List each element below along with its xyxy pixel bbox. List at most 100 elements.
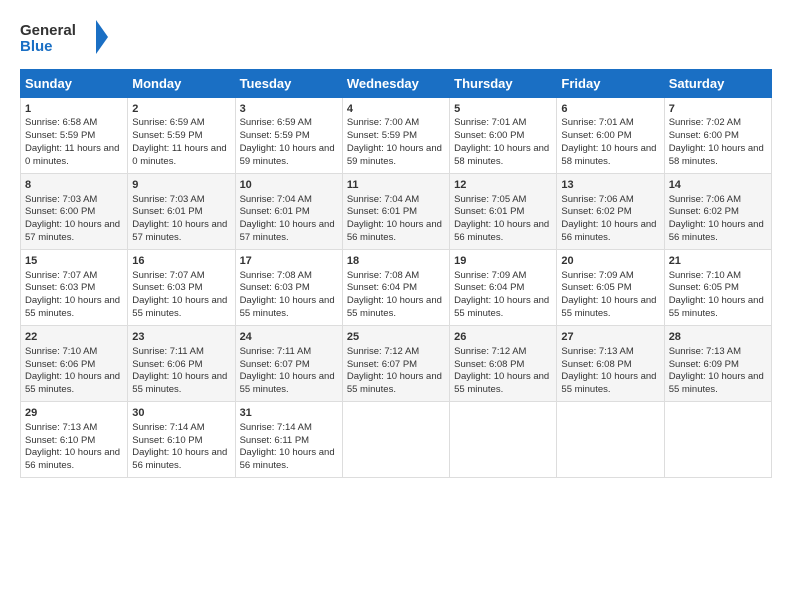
daylight-label: Daylight: 10 hours and 55 minutes.	[240, 371, 338, 397]
day-number: 13	[561, 178, 659, 193]
daylight-label: Daylight: 10 hours and 55 minutes.	[561, 295, 659, 321]
day-number: 18	[347, 254, 445, 269]
daylight-label: Daylight: 10 hours and 55 minutes.	[347, 295, 445, 321]
header-monday: Monday	[128, 69, 235, 97]
sunset-text: Sunset: 6:03 PM	[132, 282, 230, 295]
sunrise-text: Sunrise: 7:13 AM	[25, 422, 123, 435]
sunset-text: Sunset: 6:03 PM	[25, 282, 123, 295]
week-row-5: 29Sunrise: 7:13 AMSunset: 6:10 PMDayligh…	[21, 401, 772, 477]
sunrise-text: Sunrise: 7:08 AM	[240, 270, 338, 283]
day-number: 10	[240, 178, 338, 193]
sunrise-text: Sunrise: 7:12 AM	[347, 346, 445, 359]
day-number: 12	[454, 178, 552, 193]
header-tuesday: Tuesday	[235, 69, 342, 97]
sunset-text: Sunset: 5:59 PM	[240, 130, 338, 143]
day-cell: 5Sunrise: 7:01 AMSunset: 6:00 PMDaylight…	[450, 97, 557, 173]
sunrise-text: Sunrise: 7:05 AM	[454, 194, 552, 207]
sunset-text: Sunset: 6:11 PM	[240, 435, 338, 448]
day-number: 28	[669, 330, 767, 345]
day-cell	[557, 401, 664, 477]
svg-text:Blue: Blue	[20, 38, 53, 55]
day-cell: 17Sunrise: 7:08 AMSunset: 6:03 PMDayligh…	[235, 249, 342, 325]
sunrise-text: Sunrise: 7:01 AM	[561, 117, 659, 130]
sunset-text: Sunset: 5:59 PM	[347, 130, 445, 143]
day-number: 14	[669, 178, 767, 193]
day-number: 2	[132, 102, 230, 117]
daylight-label: Daylight: 10 hours and 55 minutes.	[454, 371, 552, 397]
sunrise-text: Sunrise: 7:13 AM	[561, 346, 659, 359]
day-number: 4	[347, 102, 445, 117]
day-cell: 6Sunrise: 7:01 AMSunset: 6:00 PMDaylight…	[557, 97, 664, 173]
daylight-label: Daylight: 10 hours and 56 minutes.	[561, 219, 659, 245]
header-thursday: Thursday	[450, 69, 557, 97]
day-cell: 19Sunrise: 7:09 AMSunset: 6:04 PMDayligh…	[450, 249, 557, 325]
header-wednesday: Wednesday	[342, 69, 449, 97]
sunset-text: Sunset: 6:05 PM	[669, 282, 767, 295]
day-number: 11	[347, 178, 445, 193]
header: General Blue	[20, 18, 772, 61]
sunrise-text: Sunrise: 7:07 AM	[132, 270, 230, 283]
day-cell: 31Sunrise: 7:14 AMSunset: 6:11 PMDayligh…	[235, 401, 342, 477]
daylight-label: Daylight: 10 hours and 55 minutes.	[561, 371, 659, 397]
sunrise-text: Sunrise: 7:14 AM	[132, 422, 230, 435]
logo: General Blue	[20, 18, 110, 61]
day-number: 23	[132, 330, 230, 345]
day-number: 7	[669, 102, 767, 117]
sunrise-text: Sunrise: 7:03 AM	[25, 194, 123, 207]
sunrise-text: Sunrise: 7:06 AM	[669, 194, 767, 207]
header-saturday: Saturday	[664, 69, 771, 97]
day-number: 21	[669, 254, 767, 269]
daylight-label: Daylight: 10 hours and 55 minutes.	[240, 295, 338, 321]
day-cell: 27Sunrise: 7:13 AMSunset: 6:08 PMDayligh…	[557, 325, 664, 401]
logo-svg: General Blue	[20, 18, 110, 56]
day-number: 25	[347, 330, 445, 345]
sunset-text: Sunset: 6:01 PM	[240, 206, 338, 219]
day-cell: 4Sunrise: 7:00 AMSunset: 5:59 PMDaylight…	[342, 97, 449, 173]
day-cell: 16Sunrise: 7:07 AMSunset: 6:03 PMDayligh…	[128, 249, 235, 325]
day-cell: 23Sunrise: 7:11 AMSunset: 6:06 PMDayligh…	[128, 325, 235, 401]
day-cell: 12Sunrise: 7:05 AMSunset: 6:01 PMDayligh…	[450, 173, 557, 249]
day-number: 20	[561, 254, 659, 269]
daylight-label: Daylight: 10 hours and 58 minutes.	[669, 143, 767, 169]
sunrise-text: Sunrise: 7:04 AM	[240, 194, 338, 207]
daylight-label: Daylight: 10 hours and 56 minutes.	[25, 447, 123, 473]
sunset-text: Sunset: 6:09 PM	[669, 359, 767, 372]
day-cell: 11Sunrise: 7:04 AMSunset: 6:01 PMDayligh…	[342, 173, 449, 249]
sunset-text: Sunset: 6:06 PM	[25, 359, 123, 372]
sunset-text: Sunset: 6:00 PM	[561, 130, 659, 143]
day-cell: 8Sunrise: 7:03 AMSunset: 6:00 PMDaylight…	[21, 173, 128, 249]
daylight-label: Daylight: 10 hours and 55 minutes.	[669, 295, 767, 321]
day-cell: 22Sunrise: 7:10 AMSunset: 6:06 PMDayligh…	[21, 325, 128, 401]
day-cell: 30Sunrise: 7:14 AMSunset: 6:10 PMDayligh…	[128, 401, 235, 477]
daylight-label: Daylight: 10 hours and 56 minutes.	[132, 447, 230, 473]
day-number: 24	[240, 330, 338, 345]
day-number: 31	[240, 406, 338, 421]
week-row-1: 1Sunrise: 6:58 AMSunset: 5:59 PMDaylight…	[21, 97, 772, 173]
day-number: 1	[25, 102, 123, 117]
sunset-text: Sunset: 6:01 PM	[454, 206, 552, 219]
day-cell: 13Sunrise: 7:06 AMSunset: 6:02 PMDayligh…	[557, 173, 664, 249]
sunrise-text: Sunrise: 7:07 AM	[25, 270, 123, 283]
daylight-label: Daylight: 10 hours and 55 minutes.	[132, 371, 230, 397]
sunset-text: Sunset: 6:07 PM	[240, 359, 338, 372]
sunset-text: Sunset: 6:01 PM	[132, 206, 230, 219]
header-row: SundayMondayTuesdayWednesdayThursdayFrid…	[21, 69, 772, 97]
sunset-text: Sunset: 6:10 PM	[132, 435, 230, 448]
sunset-text: Sunset: 6:00 PM	[25, 206, 123, 219]
week-row-2: 8Sunrise: 7:03 AMSunset: 6:00 PMDaylight…	[21, 173, 772, 249]
daylight-label: Daylight: 10 hours and 58 minutes.	[561, 143, 659, 169]
sunrise-text: Sunrise: 7:14 AM	[240, 422, 338, 435]
sunrise-text: Sunrise: 7:04 AM	[347, 194, 445, 207]
daylight-label: Daylight: 11 hours and 0 minutes.	[25, 143, 123, 169]
sunset-text: Sunset: 6:06 PM	[132, 359, 230, 372]
day-cell: 7Sunrise: 7:02 AMSunset: 6:00 PMDaylight…	[664, 97, 771, 173]
day-number: 6	[561, 102, 659, 117]
sunrise-text: Sunrise: 6:59 AM	[240, 117, 338, 130]
sunset-text: Sunset: 6:08 PM	[454, 359, 552, 372]
sunrise-text: Sunrise: 7:09 AM	[454, 270, 552, 283]
day-number: 30	[132, 406, 230, 421]
sunset-text: Sunset: 6:10 PM	[25, 435, 123, 448]
sunset-text: Sunset: 6:02 PM	[669, 206, 767, 219]
day-number: 17	[240, 254, 338, 269]
week-row-3: 15Sunrise: 7:07 AMSunset: 6:03 PMDayligh…	[21, 249, 772, 325]
